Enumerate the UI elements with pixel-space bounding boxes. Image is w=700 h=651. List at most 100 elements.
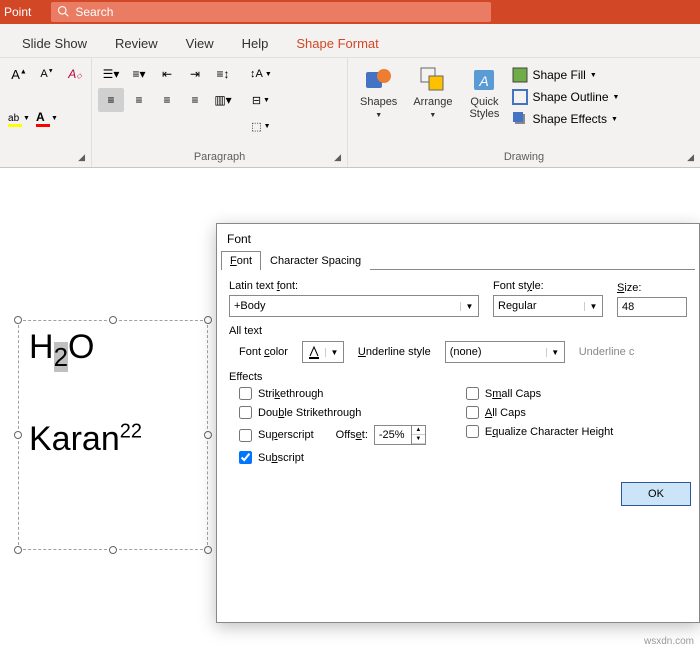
text-direction-button[interactable]: ↕A▼ — [246, 62, 276, 86]
ribbon-tabs: Slide Show Review View Help Shape Format — [0, 24, 700, 58]
arrange-button[interactable]: Arrange▼ — [407, 62, 458, 122]
justify-button[interactable]: ≡ — [182, 88, 208, 112]
quick-styles-button[interactable]: A Quick Styles — [462, 62, 506, 122]
paragraph-dialog-launcher[interactable]: ◢ — [334, 152, 341, 163]
search-placeholder: Search — [75, 5, 113, 19]
subscript-checkbox[interactable]: Subscript — [239, 451, 426, 464]
chevron-down-icon: ▼ — [590, 72, 597, 79]
align-text-button[interactable]: ⊟▼ — [246, 88, 276, 112]
quick-styles-icon: A — [468, 64, 500, 96]
resize-handle[interactable] — [14, 316, 22, 324]
columns-button[interactable]: ▥▾ — [210, 88, 236, 112]
search-box[interactable]: Search — [51, 2, 491, 22]
resize-handle[interactable] — [204, 431, 212, 439]
ok-button[interactable]: OK — [621, 482, 691, 506]
group-paragraph: ☰▾ ≡▾ ⇤ ⇥ ≡↕ ≡ ≡ ≡ ≡ ▥▾ ↕A▼ ⊟▼ ⬚▼ Paragr… — [92, 58, 348, 167]
strikethrough-checkbox[interactable]: Strikethrough — [239, 387, 426, 400]
group-drawing: Shapes▼ Arrange▼ A Quick Styles Shape Fi… — [348, 58, 700, 167]
watermark: wsxdn.com — [644, 636, 694, 647]
search-icon — [57, 5, 69, 20]
underline-style-label: Underline style — [358, 346, 431, 358]
font-color-button[interactable]: A ▼ — [34, 106, 60, 130]
resize-handle[interactable] — [109, 546, 117, 554]
chevron-down-icon: ▼ — [613, 94, 620, 101]
text-line-1[interactable]: H2O — [19, 321, 207, 379]
resize-handle[interactable] — [14, 546, 22, 554]
text-line-2[interactable]: Karan22 — [19, 379, 207, 466]
font-color-label: Font color — [239, 346, 288, 358]
tab-view[interactable]: View — [172, 30, 228, 57]
tab-shape-format[interactable]: Shape Format — [282, 30, 392, 57]
tab-review[interactable]: Review — [101, 30, 172, 57]
decrease-font-button[interactable]: A▼ — [34, 62, 60, 86]
font-color-icon — [307, 345, 321, 359]
font-dialog-launcher[interactable]: ◢ — [78, 152, 85, 163]
chevron-down-icon: ▼ — [611, 116, 618, 123]
numbering-button[interactable]: ≡▾ — [126, 62, 152, 86]
underline-style-combo[interactable]: (none)▼ — [445, 341, 565, 363]
selected-textbox[interactable]: H2O Karan22 — [18, 320, 208, 550]
tab-help[interactable]: Help — [228, 30, 283, 57]
font-size-label: Size: — [617, 282, 687, 294]
highlight-button[interactable]: ab ▼ — [6, 106, 32, 130]
app-name-fragment: Point — [4, 5, 51, 19]
shapes-button[interactable]: Shapes▼ — [354, 62, 403, 122]
bullets-button[interactable]: ☰▾ — [98, 62, 124, 86]
chevron-down-icon: ▼ — [325, 348, 343, 357]
chevron-down-icon: ▼ — [460, 302, 478, 311]
arrange-icon — [417, 64, 449, 96]
chevron-down-icon: ▼ — [546, 348, 564, 357]
titlebar: Point Search — [0, 0, 700, 24]
resize-handle[interactable] — [204, 316, 212, 324]
spin-up-icon[interactable]: ▲ — [412, 426, 425, 435]
font-dialog: Font FFontont Character Spacing Latin te… — [216, 223, 700, 623]
shapes-icon — [363, 64, 395, 96]
shape-effects-button[interactable]: Shape Effects▼ — [510, 110, 621, 128]
dialog-tab-font[interactable]: FFontont — [221, 251, 261, 270]
group-label-drawing: Drawing — [504, 151, 544, 163]
increase-indent-button[interactable]: ⇥ — [182, 62, 208, 86]
align-right-button[interactable]: ≡ — [154, 88, 180, 112]
font-size-input[interactable]: 48 — [617, 297, 687, 317]
offset-label: Offset: — [336, 429, 368, 441]
tab-slideshow[interactable]: Slide Show — [8, 30, 101, 57]
chevron-down-icon: ▼ — [51, 115, 58, 122]
shape-outline-button[interactable]: Shape Outline▼ — [510, 88, 621, 106]
chevron-down-icon: ▼ — [429, 112, 436, 119]
resize-handle[interactable] — [109, 316, 117, 324]
align-center-button[interactable]: ≡ — [126, 88, 152, 112]
svg-text:A: A — [479, 73, 489, 89]
spin-down-icon[interactable]: ▼ — [412, 435, 425, 444]
font-color-picker[interactable]: ▼ — [302, 341, 344, 363]
align-left-button[interactable]: ≡ — [98, 88, 124, 112]
ribbon: A▲ A▼ A◇ ab ▼ A ▼ ◢ — [0, 58, 700, 168]
effects-label: Effects — [229, 371, 687, 383]
all-text-label: All text — [229, 325, 687, 337]
shape-fill-button[interactable]: Shape Fill▼ — [510, 66, 621, 84]
decrease-indent-button[interactable]: ⇤ — [154, 62, 180, 86]
group-font-partial: A▲ A▼ A◇ ab ▼ A ▼ ◢ — [0, 58, 92, 167]
shape-outline-icon — [512, 89, 528, 105]
chevron-down-icon: ▼ — [23, 115, 30, 122]
font-style-combo[interactable]: Regular▼ — [493, 295, 603, 317]
resize-handle[interactable] — [14, 431, 22, 439]
double-strike-checkbox[interactable]: Double Strikethrough — [239, 406, 426, 419]
small-caps-checkbox[interactable]: Small Caps — [466, 387, 613, 400]
font-style-label: Font style: — [493, 280, 603, 292]
increase-font-button[interactable]: A▲ — [6, 62, 32, 86]
latin-font-label: Latin text font: — [229, 280, 479, 292]
line-spacing-button[interactable]: ≡↕ — [210, 62, 236, 86]
shape-fill-icon — [512, 67, 528, 83]
latin-font-combo[interactable]: +Body▼ — [229, 295, 479, 317]
equalize-checkbox[interactable]: Equalize Character Height — [466, 425, 613, 438]
superscript-checkbox[interactable]: Superscript Offset: -25%▲▼ — [239, 425, 426, 445]
all-caps-checkbox[interactable]: All Caps — [466, 406, 613, 419]
dialog-tab-spacing[interactable]: Character Spacing — [261, 251, 370, 270]
smartart-button[interactable]: ⬚▼ — [246, 114, 276, 138]
resize-handle[interactable] — [204, 546, 212, 554]
offset-input[interactable]: -25%▲▼ — [374, 425, 426, 445]
drawing-dialog-launcher[interactable]: ◢ — [687, 152, 694, 163]
shape-effects-icon — [512, 111, 528, 127]
underline-color-label: Underline c — [579, 346, 635, 358]
clear-formatting-button[interactable]: A◇ — [62, 62, 88, 86]
